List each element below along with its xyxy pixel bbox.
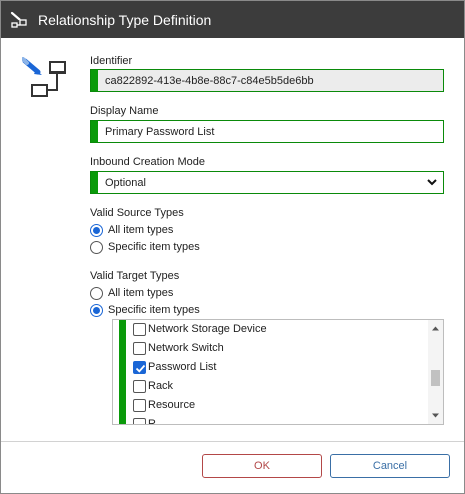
identifier-field[interactable]: ca822892-413e-4b8e-88c7-c84e5b5de6bb	[90, 69, 444, 92]
checkmark-icon	[135, 364, 146, 373]
inbound-creation-mode-value: Optional	[105, 177, 146, 189]
relationship-diagram-icon	[21, 57, 70, 101]
ok-button[interactable]: OK	[202, 454, 322, 478]
radio-label: Specific item types	[108, 304, 200, 316]
scroll-up-icon[interactable]	[431, 324, 440, 333]
checkbox[interactable]	[133, 399, 146, 412]
radio-button[interactable]	[90, 287, 103, 300]
list-scrollbar[interactable]	[428, 320, 443, 424]
radio-label: Specific item types	[108, 241, 200, 253]
identifier-value: ca822892-413e-4b8e-88c7-c84e5b5de6bb	[105, 75, 314, 87]
required-indicator	[91, 70, 98, 91]
target-item-types-list[interactable]: Network Storage Device Network Switch Pa…	[112, 319, 444, 425]
title-bar: Relationship Type Definition	[1, 1, 464, 38]
list-item-label: Resource	[148, 399, 196, 411]
checkbox[interactable]	[133, 323, 146, 336]
list-item-label: Rack	[148, 380, 174, 392]
radio-button[interactable]	[90, 224, 103, 237]
target-specific-item-types-radio[interactable]: Specific item types	[90, 303, 230, 319]
inbound-creation-mode-label: Inbound Creation Mode	[90, 156, 205, 168]
checkbox[interactable]	[133, 361, 146, 374]
relationship-edit-icon	[10, 11, 28, 29]
list-item-label: Password List	[148, 361, 217, 373]
inbound-creation-mode-select[interactable]: Optional	[90, 171, 444, 194]
list-item[interactable]: Rack	[132, 379, 332, 395]
window-title: Relationship Type Definition	[38, 12, 212, 28]
list-item-label: Network Switch	[148, 342, 224, 354]
required-indicator	[91, 172, 98, 193]
radio-label: All item types	[108, 287, 174, 299]
source-specific-item-types-radio[interactable]: Specific item types	[90, 240, 230, 256]
valid-target-types-label: Valid Target Types	[90, 270, 180, 282]
chevron-down-icon	[426, 176, 438, 188]
relationship-type-dialog: Relationship Type Definition Identifier …	[0, 0, 465, 494]
source-all-item-types-radio[interactable]: All item types	[90, 223, 210, 239]
display-name-label: Display Name	[90, 105, 159, 117]
list-item-label: R	[148, 418, 156, 425]
list-item[interactable]: Network Storage Device	[132, 322, 332, 338]
target-all-item-types-radio[interactable]: All item types	[90, 286, 210, 302]
list-item[interactable]: R	[132, 417, 332, 425]
checkbox[interactable]	[133, 342, 146, 355]
radio-button[interactable]	[90, 304, 103, 317]
checkbox[interactable]	[133, 418, 146, 424]
radio-button[interactable]	[90, 241, 103, 254]
list-item[interactable]: Network Switch	[132, 341, 332, 357]
scroll-thumb[interactable]	[431, 370, 440, 386]
footer-divider	[1, 441, 464, 442]
required-indicator	[91, 121, 98, 142]
display-name-field[interactable]: Primary Password List	[90, 120, 444, 143]
cancel-button[interactable]: Cancel	[330, 454, 450, 478]
list-item[interactable]: Resource	[132, 398, 332, 414]
scroll-down-icon[interactable]	[431, 411, 440, 420]
identifier-label: Identifier	[90, 55, 133, 67]
display-name-value: Primary Password List	[105, 126, 215, 138]
list-item-label: Network Storage Device	[148, 323, 267, 335]
radio-label: All item types	[108, 224, 174, 236]
checkbox[interactable]	[133, 380, 146, 393]
list-item[interactable]: Password List	[132, 360, 332, 376]
valid-source-types-label: Valid Source Types	[90, 207, 184, 219]
required-indicator	[119, 320, 126, 424]
